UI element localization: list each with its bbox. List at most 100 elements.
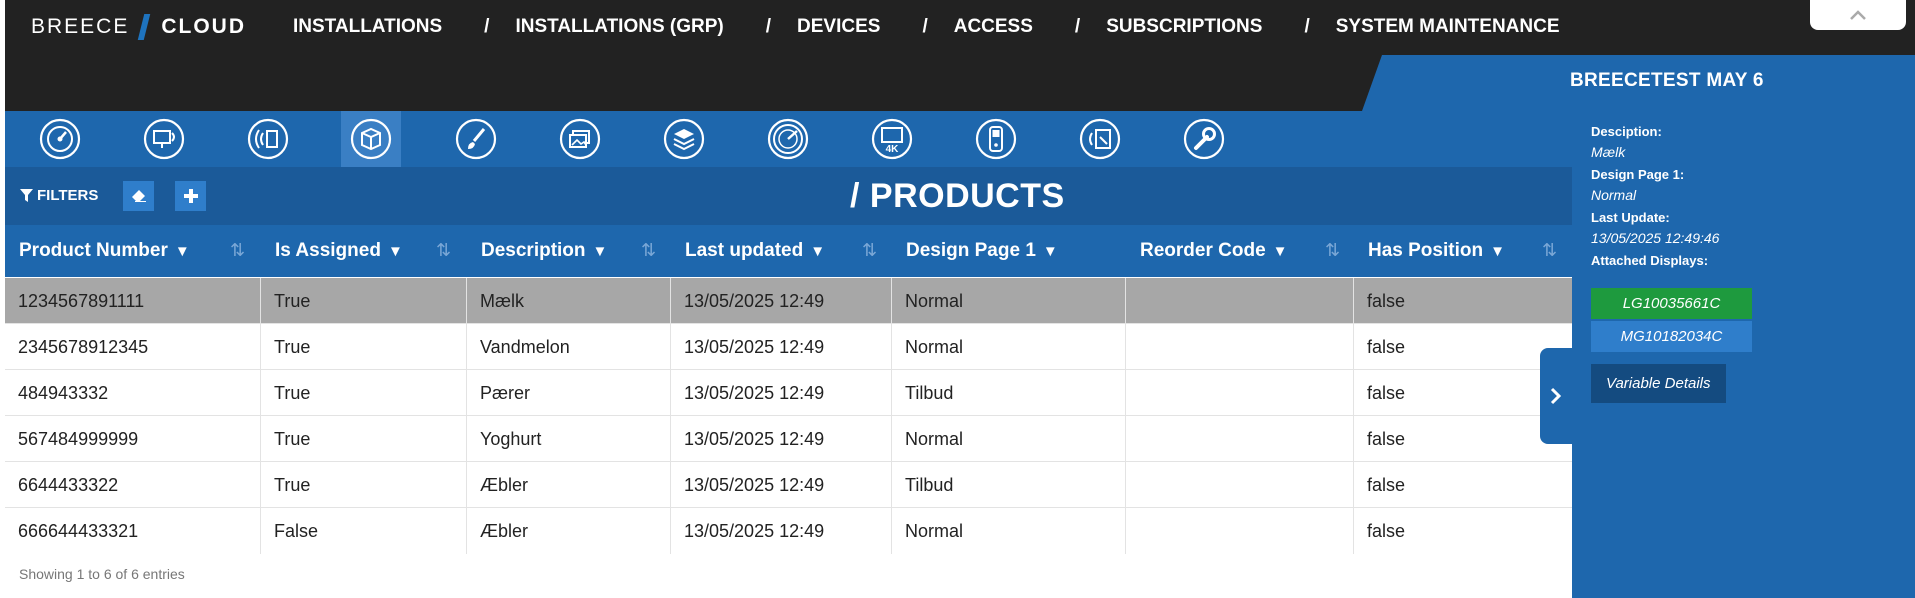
expand-panel-button[interactable]	[1540, 348, 1572, 444]
funnel-icon[interactable]: ▼	[1043, 243, 1058, 260]
cell-is-assigned: True	[261, 324, 467, 370]
column-header-is-assigned[interactable]: Is Assigned ▼	[275, 225, 403, 277]
table-row[interactable]: 2345678912345 True Vandmelon 13/05/2025 …	[5, 324, 1572, 370]
brush-icon[interactable]	[446, 111, 506, 167]
nav-access[interactable]: ACCESS	[954, 16, 1033, 38]
cell-reorder-code	[1126, 370, 1354, 416]
filters-toggle[interactable]: FILTERS	[20, 187, 98, 204]
wrench-icon[interactable]	[1174, 111, 1234, 167]
cell-product-number: 484943332	[5, 370, 261, 416]
cell-description: Æbler	[467, 462, 671, 508]
eraser-icon	[131, 190, 146, 202]
funnel-icon[interactable]: ▼	[175, 243, 190, 260]
gauge-icon[interactable]	[758, 111, 818, 167]
funnel-icon[interactable]: ▼	[388, 243, 403, 260]
column-header-last-updated[interactable]: Last updated ▼	[685, 225, 825, 277]
cell-is-assigned: False	[261, 508, 467, 554]
page: BREECE CLOUD / INSTALLATIONS / INSTALLAT…	[0, 0, 1915, 598]
cell-reorder-code	[1126, 462, 1354, 508]
table-row[interactable]: 567484999999 True Yoghurt 13/05/2025 12:…	[5, 416, 1572, 462]
cell-description: Vandmelon	[467, 324, 671, 370]
table-row[interactable]: 1234567891111 True Mælk 13/05/2025 12:49…	[5, 278, 1572, 324]
nav-separator: /	[922, 16, 928, 37]
products-box-icon[interactable]	[341, 111, 401, 167]
table-row[interactable]: 666644433321 False Æbler 13/05/2025 12:4…	[5, 508, 1572, 554]
brand-logo[interactable]: BREECE CLOUD	[31, 14, 246, 40]
add-filter-button[interactable]	[175, 181, 206, 211]
svg-text:4K: 4K	[886, 144, 900, 155]
funnel-icon[interactable]: ▼	[810, 243, 825, 260]
funnel-icon[interactable]: ▼	[593, 243, 608, 260]
description-value: Mælk	[1591, 144, 1626, 160]
cell-design-page: Tilbud	[892, 462, 1126, 508]
variable-details-button[interactable]: Variable Details	[1591, 364, 1726, 403]
brand-part2: CLOUD	[161, 15, 247, 38]
last-update-label: Last Update:	[1591, 210, 1670, 225]
screen-signal-icon[interactable]	[134, 111, 194, 167]
cell-reorder-code	[1126, 508, 1354, 554]
cell-design-page: Normal	[892, 324, 1126, 370]
attached-displays-label: Attached Displays:	[1591, 253, 1709, 268]
nav-devices[interactable]: DEVICES	[797, 16, 880, 38]
clear-filters-button[interactable]	[123, 181, 154, 211]
sort-icon[interactable]: ⇅	[436, 240, 451, 261]
broadcast-icon[interactable]	[238, 111, 298, 167]
cell-product-number: 666644433321	[5, 508, 261, 554]
column-header-reorder-code[interactable]: Reorder Code ▼	[1140, 225, 1288, 277]
cell-design-page: Normal	[892, 278, 1126, 324]
column-label: Description	[481, 240, 586, 261]
cell-design-page: Normal	[892, 416, 1126, 462]
display-chip[interactable]: MG10182034C	[1591, 321, 1752, 352]
cell-last-updated: 13/05/2025 12:49	[671, 324, 892, 370]
images-icon[interactable]	[550, 111, 610, 167]
sort-icon[interactable]: ⇅	[862, 240, 877, 261]
sort-icon[interactable]: ⇅	[230, 240, 245, 261]
cell-reorder-code	[1126, 324, 1354, 370]
cell-last-updated: 13/05/2025 12:49	[671, 416, 892, 462]
module-icon-bar: 4K	[5, 111, 1572, 167]
nav-separator: /	[1074, 16, 1081, 37]
cell-product-number: 567484999999	[5, 416, 261, 462]
nav-installations[interactable]: INSTALLATIONS	[293, 16, 442, 38]
sort-icon[interactable]: ⇅	[1542, 240, 1557, 261]
page-title: / PRODUCTS	[850, 177, 1065, 215]
nav-separator: /	[765, 16, 772, 37]
funnel-icon[interactable]: ▼	[1273, 243, 1288, 260]
nav-system-maintenance[interactable]: SYSTEM MAINTENANCE	[1336, 16, 1560, 38]
sort-icon[interactable]: ⇅	[1325, 240, 1340, 261]
column-header-description[interactable]: Description ▼	[481, 225, 607, 277]
display-chip[interactable]: LG10035661C	[1591, 288, 1752, 319]
cell-last-updated: 13/05/2025 12:49	[671, 462, 892, 508]
monitor-4k-icon[interactable]: 4K	[862, 111, 922, 167]
column-header-product-number[interactable]: Product Number ▼	[19, 225, 190, 277]
column-header-design-page[interactable]: Design Page 1 ▼	[906, 225, 1058, 277]
cell-description: Yoghurt	[467, 416, 671, 462]
main-nav: / INSTALLATIONS / INSTALLATIONS (GRP) / …	[293, 16, 1560, 38]
funnel-icon[interactable]: ▼	[1490, 243, 1505, 260]
chevron-up-icon	[1850, 10, 1866, 20]
collapse-header-button[interactable]	[1810, 0, 1906, 30]
nav-installations-grp[interactable]: INSTALLATIONS (GRP)	[515, 16, 723, 38]
column-label: Design Page 1	[906, 240, 1036, 261]
cell-product-number: 2345678912345	[5, 324, 261, 370]
plus-icon	[183, 189, 198, 203]
table-header: Product Number ▼ ⇅ Is Assigned ▼ ⇅ Descrip…	[5, 225, 1572, 277]
table-row[interactable]: 6644433322 True Æbler 13/05/2025 12:49 T…	[5, 462, 1572, 508]
handheld-device-icon[interactable]	[966, 111, 1026, 167]
cell-last-updated: 13/05/2025 12:49	[671, 278, 892, 324]
column-header-has-position[interactable]: Has Position ▼	[1368, 225, 1505, 277]
nav-subscriptions[interactable]: SUBSCRIPTIONS	[1106, 16, 1262, 38]
cell-is-assigned: True	[261, 462, 467, 508]
design-page-value: Normal	[1591, 187, 1637, 203]
layers-icon[interactable]	[654, 111, 714, 167]
sort-icon[interactable]: ⇅	[641, 240, 656, 261]
details-panel: Desciption: Mælk Design Page 1: Normal L…	[1572, 111, 1915, 598]
table-row[interactable]: 484943332 True Pærer 13/05/2025 12:49 Ti…	[5, 370, 1572, 416]
filters-label: FILTERS	[37, 187, 99, 204]
tablet-signal-icon[interactable]	[1070, 111, 1130, 167]
dashboard-icon[interactable]	[30, 111, 90, 167]
cell-description: Mælk	[467, 278, 671, 324]
table-info: Showing 1 to 6 of 6 entries	[19, 566, 185, 582]
nav-separator: /	[484, 16, 490, 37]
cell-is-assigned: True	[261, 278, 467, 324]
